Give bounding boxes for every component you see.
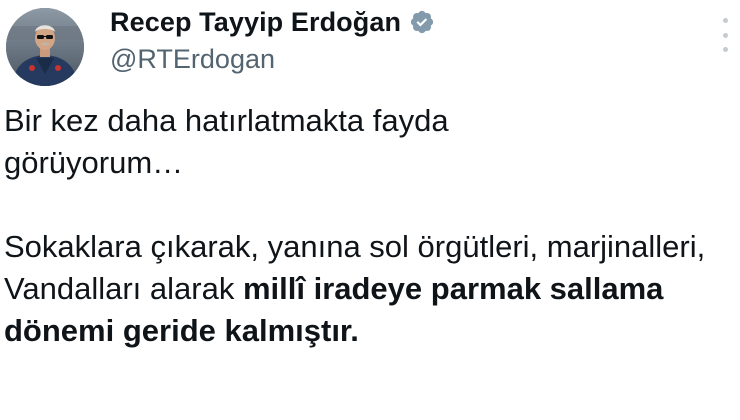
name-row: Recep Tayyip Erdoğan [110,2,435,42]
tweet-paragraph-1: Bir kez daha hatırlatmakta fayda görüyor… [4,103,449,180]
avatar[interactable] [6,8,84,86]
dot-icon [722,32,728,38]
tweet-card: Recep Tayyip Erdoğan @RTErdogan Bir kez … [0,0,740,420]
tweet-paragraph-2: Sokaklara çıkarak, yanına sol örgütleri,… [4,226,732,352]
dot-icon [722,47,728,52]
avatar-image [6,8,84,86]
tweet-text: Bir kez daha hatırlatmakta fayda görüyor… [4,100,734,352]
verified-badge-icon [409,9,435,35]
author-handle[interactable]: @RTErdogan [110,44,435,75]
dot-icon [722,18,728,23]
more-options-icon[interactable] [718,18,732,52]
author-display-name[interactable]: Recep Tayyip Erdoğan [110,7,401,38]
tweet-header: Recep Tayyip Erdoğan @RTErdogan [110,2,435,75]
